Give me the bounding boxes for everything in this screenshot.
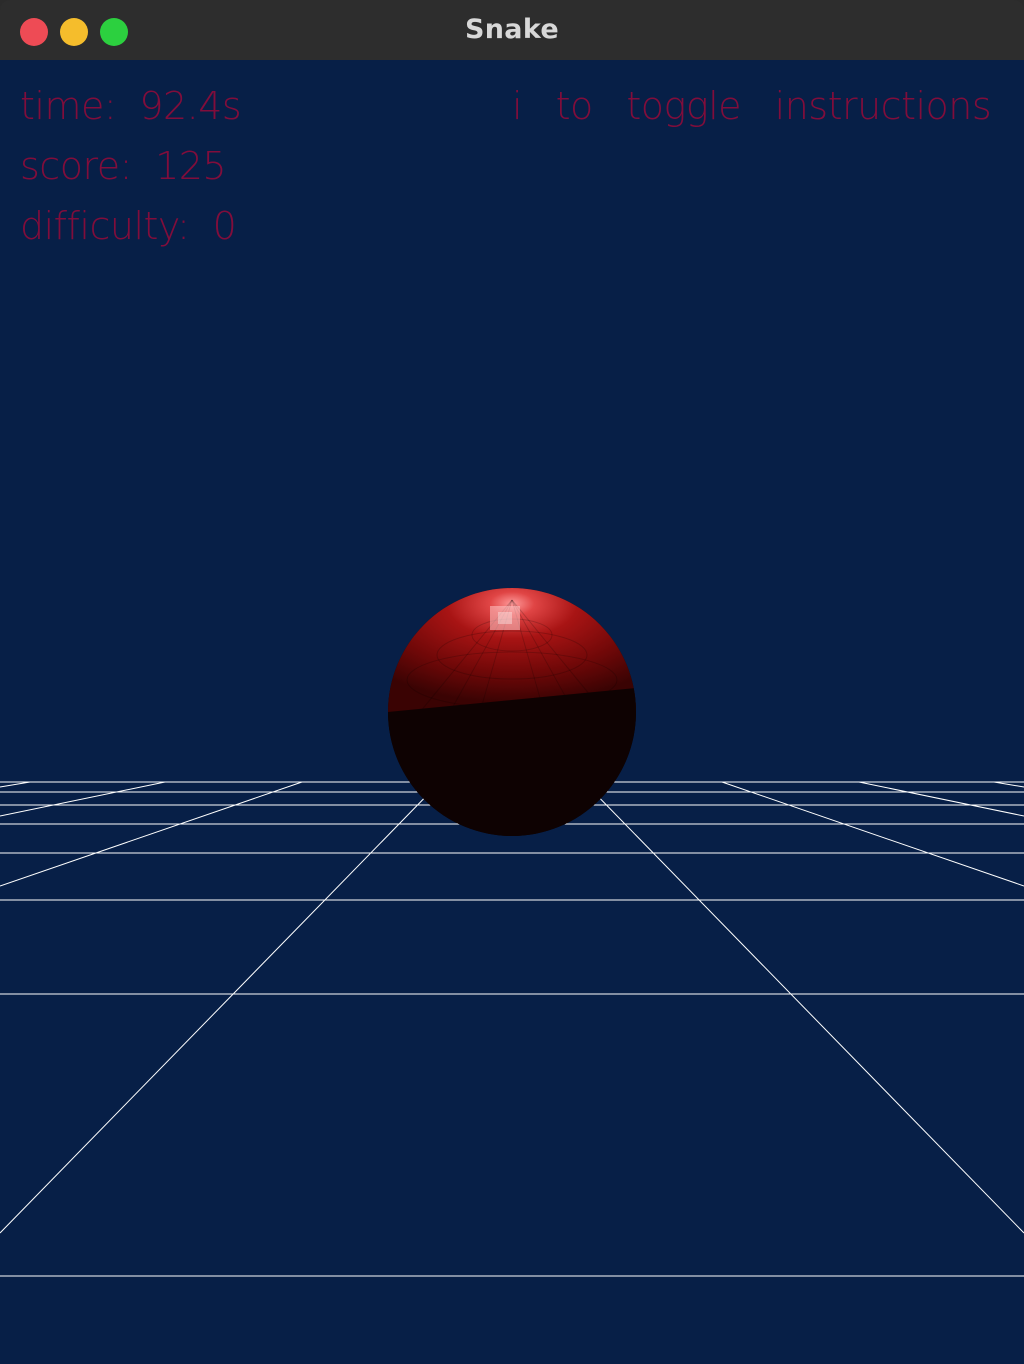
grid-line [721, 781, 1024, 887]
game-window: Snake time: 92.4s score: 125 difficulty:… [0, 0, 1024, 1364]
grid-line [993, 781, 1024, 788]
toggle-instructions-hint: i to toggle instructions [512, 84, 992, 128]
title-bar: Snake [0, 0, 1024, 60]
score-readout: score: 125 [20, 144, 227, 188]
difficulty-readout: difficulty: 0 [20, 204, 237, 248]
time-readout: time: 92.4s [20, 84, 242, 128]
grid-line [583, 781, 1024, 1234]
floor-grid [0, 781, 1024, 1277]
red-ball [388, 588, 636, 836]
game-viewport[interactable]: time: 92.4s score: 125 difficulty: 0 i t… [0, 60, 1024, 1364]
grid-line [0, 781, 31, 788]
grid-line [858, 781, 1024, 817]
grid-line [0, 781, 441, 1234]
grid-line [0, 781, 303, 887]
grid-line [0, 781, 166, 817]
game-scene [0, 588, 1024, 1277]
window-title: Snake [465, 14, 559, 45]
